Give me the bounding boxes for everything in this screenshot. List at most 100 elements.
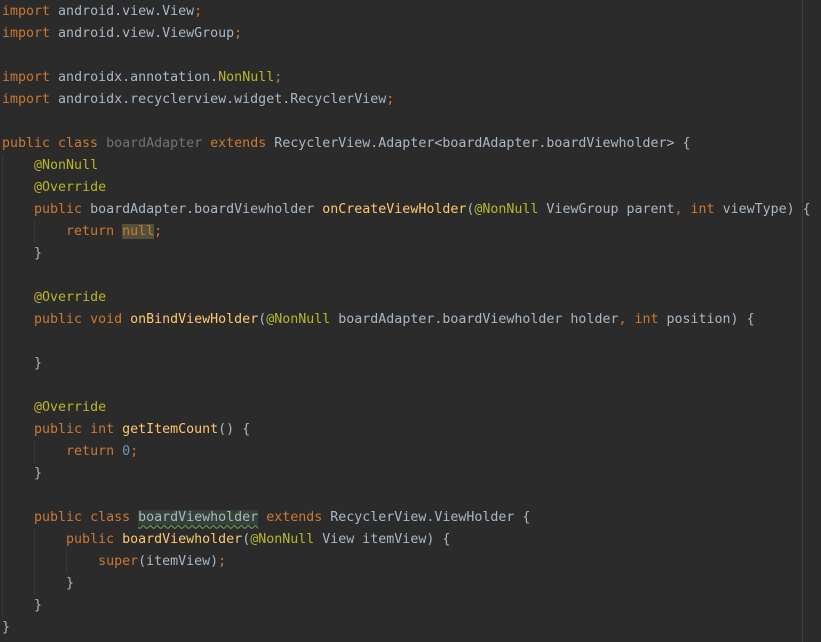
- indent-guide: [2, 375, 3, 397]
- code-token: () {: [218, 422, 251, 437]
- code-token: RecyclerView.Adapter<boardAdapter.boardV…: [274, 136, 691, 151]
- code-token: androidx.recyclerview.widget.RecyclerVie…: [50, 92, 387, 107]
- indent-guide: [2, 243, 3, 265]
- code-line[interactable]: @NonNull: [2, 155, 811, 177]
- code-line[interactable]: super(itemView);: [2, 551, 811, 573]
- code-token: View itemView) {: [314, 532, 451, 547]
- indent-guide: [2, 485, 3, 507]
- code-token: public int: [34, 422, 123, 437]
- code-token: NonNull: [218, 70, 275, 85]
- code-token: getItemCount: [122, 422, 219, 437]
- code-line[interactable]: @Override: [2, 177, 811, 199]
- code-line[interactable]: import android.view.View;: [2, 1, 811, 23]
- indent-guide: [34, 551, 36, 573]
- code-line[interactable]: return 0;: [2, 441, 811, 463]
- code-token: position) {: [666, 312, 755, 327]
- code-line[interactable]: }: [2, 617, 811, 639]
- code-line[interactable]: public boardAdapter.boardViewholder onCr…: [2, 199, 811, 221]
- indent-guide: [2, 507, 3, 529]
- code-area[interactable]: import android.view.View; import android.…: [2, 1, 811, 639]
- indent-guide: [66, 551, 68, 573]
- code-token: }: [34, 598, 43, 613]
- indent-guide: [34, 529, 36, 551]
- code-line[interactable]: [2, 485, 811, 507]
- indent-guide: [2, 199, 3, 221]
- code-token: ,: [674, 202, 691, 217]
- code-token: @Override: [34, 290, 107, 305]
- code-line[interactable]: public class boardAdapter extends Recycl…: [2, 133, 811, 155]
- code-token: ;: [130, 444, 139, 459]
- indent-guide: [2, 221, 3, 243]
- code-line[interactable]: @Override: [2, 397, 811, 419]
- code-line[interactable]: [2, 375, 811, 397]
- code-token: boardViewholder: [122, 532, 243, 547]
- code-line[interactable]: [2, 111, 811, 133]
- code-token: ;: [194, 4, 203, 19]
- indent-guide: [2, 463, 3, 485]
- code-token: onCreateViewHolder: [322, 202, 467, 217]
- code-line[interactable]: [2, 45, 811, 67]
- indent-guide: [2, 287, 3, 309]
- code-token: }: [34, 466, 43, 481]
- code-editor[interactable]: import android.view.View; import android.…: [0, 0, 821, 642]
- code-line[interactable]: }: [2, 463, 811, 485]
- code-line[interactable]: [2, 265, 811, 287]
- code-token: ;: [218, 554, 227, 569]
- code-line[interactable]: import androidx.recyclerview.widget.Recy…: [2, 89, 811, 111]
- code-token: import: [2, 26, 51, 41]
- code-line[interactable]: import android.view.ViewGroup;: [2, 23, 811, 45]
- code-token: ViewGroup parent: [538, 202, 675, 217]
- code-token: @NonNull: [250, 532, 315, 547]
- code-token: ;: [386, 92, 395, 107]
- code-token: androidx.annotation.: [50, 70, 219, 85]
- indent-guide: [34, 573, 36, 595]
- code-line[interactable]: public void onBindViewHolder(@NonNull bo…: [2, 309, 811, 331]
- indent-guide: [2, 441, 3, 463]
- code-token: RecyclerView.ViewHolder {: [330, 510, 531, 525]
- code-token: ;: [274, 70, 283, 85]
- indent-guide: [2, 397, 3, 419]
- code-line[interactable]: @Override: [2, 287, 811, 309]
- code-token: boardAdapter: [106, 136, 203, 151]
- code-token: @Override: [34, 400, 107, 415]
- code-line[interactable]: return null;: [2, 221, 811, 243]
- indent-guide: [2, 309, 3, 331]
- code-token: ;: [234, 26, 243, 41]
- code-token: import: [2, 70, 51, 85]
- code-line[interactable]: public class boardViewholder extends Rec…: [2, 507, 811, 529]
- code-token: boardAdapter.boardViewholder holder: [330, 312, 619, 327]
- code-line[interactable]: import androidx.annotation.NonNull;: [2, 67, 811, 89]
- code-line[interactable]: public boardViewholder(@NonNull View ite…: [2, 529, 811, 551]
- code-token: public class: [2, 136, 107, 151]
- code-token: @Override: [34, 180, 107, 195]
- code-line[interactable]: [2, 331, 811, 353]
- code-token: android.view.ViewGroup: [50, 26, 235, 41]
- code-line[interactable]: }: [2, 353, 811, 375]
- code-line[interactable]: }: [2, 573, 811, 595]
- code-token: boardViewholder: [138, 510, 259, 525]
- indent-guide: [2, 419, 3, 441]
- code-token: super: [98, 554, 139, 569]
- code-token: import: [2, 92, 51, 107]
- code-line[interactable]: }: [2, 595, 811, 617]
- code-token: }: [2, 620, 11, 635]
- code-line[interactable]: public int getItemCount() {: [2, 419, 811, 441]
- code-token: @NonNull: [474, 202, 539, 217]
- code-token: null: [122, 224, 155, 239]
- code-token: public: [66, 532, 123, 547]
- code-line[interactable]: }: [2, 243, 811, 265]
